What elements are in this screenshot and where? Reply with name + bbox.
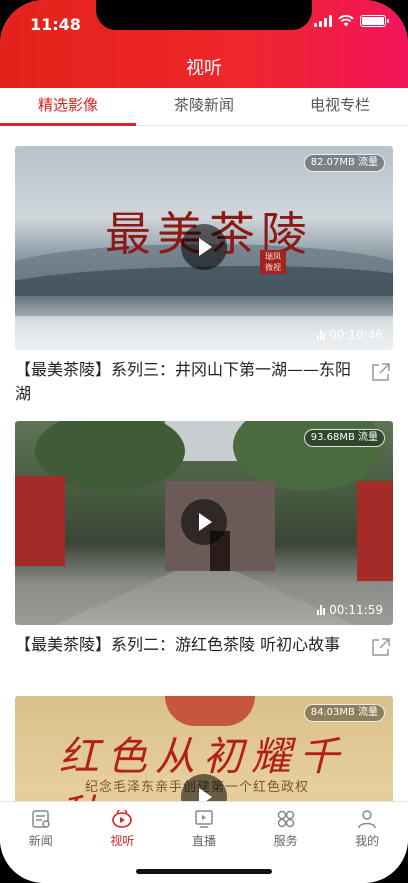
status-time: 11:48 xyxy=(30,15,81,34)
tabbar-label: 我的 xyxy=(355,834,380,848)
share-icon[interactable] xyxy=(371,637,391,657)
duration-text: 00:10:46 xyxy=(329,328,383,342)
play-button[interactable] xyxy=(181,224,227,270)
video-card[interactable]: 最美茶陵 瑞凤 微视 82.07MB 流量 00:10:46 【最美茶陵】系列三… xyxy=(15,146,393,406)
news-icon xyxy=(32,810,50,828)
tabbar-item-profile[interactable]: 我的 xyxy=(326,802,408,883)
service-icon xyxy=(277,810,294,828)
tabbar-label: 视听 xyxy=(110,834,135,848)
video-title-text: 【最美茶陵】系列三：井冈山下第一湖——东阳湖 xyxy=(15,360,352,403)
tab-tv-column[interactable]: 电视专栏 xyxy=(272,88,408,125)
app-screen: 11:48 视听 精选影像 茶陵新闻 电视专栏 最美茶陵 瑞凤 xyxy=(0,0,408,883)
wifi-icon xyxy=(338,15,354,27)
tabbar-label: 服务 xyxy=(273,834,298,848)
battery-icon xyxy=(360,15,389,27)
status-icons xyxy=(314,15,389,27)
tab-chaling-news[interactable]: 茶陵新闻 xyxy=(136,88,272,125)
video-title[interactable]: 【最美茶陵】系列三：井冈山下第一湖——东阳湖 xyxy=(15,358,393,406)
duration-text: 00:11:59 xyxy=(329,603,383,617)
video-card[interactable]: 红色从初耀千秋 纪念毛泽东亲手创建第一个红色政权 84.03MB 流量 xyxy=(15,696,393,801)
tabbar-label: 直播 xyxy=(191,834,216,848)
video-icon xyxy=(112,809,133,828)
video-thumbnail[interactable]: 93.68MB 流量 00:11:59 xyxy=(15,421,393,625)
cellular-signal-icon xyxy=(314,15,332,27)
video-title-text: 【最美茶陵】系列二：游红色茶陵 听初心故事 xyxy=(15,635,341,654)
video-card[interactable]: 93.68MB 流量 00:11:59 【最美茶陵】系列二：游红色茶陵 听初心故… xyxy=(15,421,393,657)
duration-label: 00:10:46 xyxy=(317,328,383,342)
tab-featured[interactable]: 精选影像 xyxy=(0,88,136,126)
share-icon[interactable] xyxy=(371,362,391,382)
duration-label: 00:11:59 xyxy=(317,603,383,617)
category-tabs: 精选影像 茶陵新闻 电视专栏 xyxy=(0,88,408,126)
video-feed[interactable]: 最美茶陵 瑞凤 微视 82.07MB 流量 00:10:46 【最美茶陵】系列三… xyxy=(0,126,408,801)
profile-icon xyxy=(358,810,376,829)
video-thumbnail[interactable]: 红色从初耀千秋 纪念毛泽东亲手创建第一个红色政权 84.03MB 流量 xyxy=(15,696,393,801)
tabbar-label: 新闻 xyxy=(28,834,53,848)
home-indicator xyxy=(136,869,272,874)
data-size-badge: 84.03MB 流量 xyxy=(303,704,385,722)
data-size-badge: 82.07MB 流量 xyxy=(303,154,385,172)
header-bar: 11:48 视听 xyxy=(0,0,408,88)
live-icon xyxy=(195,810,213,828)
tabbar-item-news[interactable]: 新闻 xyxy=(0,802,82,883)
notch xyxy=(96,0,312,30)
data-size-badge: 93.68MB 流量 xyxy=(303,429,385,447)
play-button[interactable] xyxy=(181,499,227,545)
equalizer-icon xyxy=(317,605,326,615)
seal-stamp: 瑞凤 微视 xyxy=(260,250,286,274)
equalizer-icon xyxy=(317,330,326,340)
page-title: 视听 xyxy=(186,58,222,79)
video-title[interactable]: 【最美茶陵】系列二：游红色茶陵 听初心故事 xyxy=(15,633,393,657)
video-thumbnail[interactable]: 最美茶陵 瑞凤 微视 82.07MB 流量 00:10:46 xyxy=(15,146,393,350)
